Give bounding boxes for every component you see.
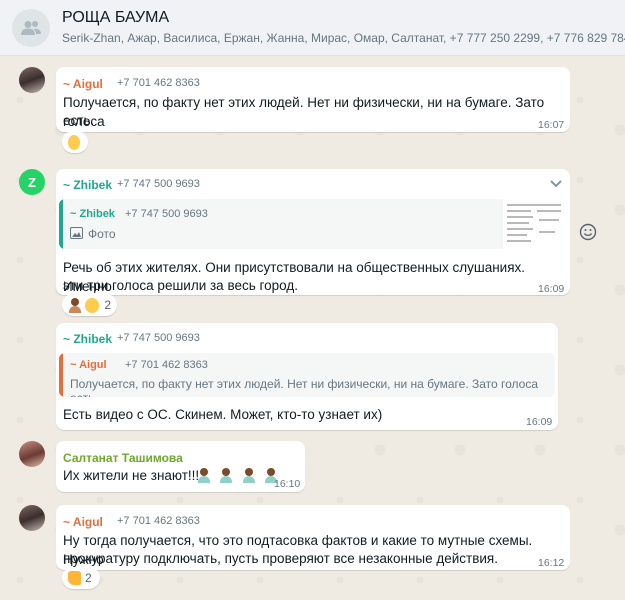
photo-thumbnail[interactable] (503, 199, 567, 249)
quote-sender: ~ Zhibek (70, 208, 115, 220)
message-bubble[interactable]: ~ Zhibek +7 747 500 9693 ~ Zhibek +7 747… (56, 169, 570, 295)
chevron-down-icon[interactable] (549, 179, 563, 189)
emoji-react-icon[interactable] (579, 223, 597, 241)
quote-media-label: Фото (88, 227, 116, 241)
sender-phone: +7 747 500 9693 (117, 178, 200, 190)
sender-phone: +7 701 462 8363 (117, 77, 200, 89)
sender-phone: +7 747 500 9693 (117, 332, 200, 344)
sender-name[interactable]: Салтанат Ташимова (63, 451, 183, 465)
smirk-emoji-icon (68, 134, 80, 150)
message-text-line2: эти три голоса решили за весь город. (63, 278, 298, 293)
quote-text: Получается, по факту нет этих людей. Нет… (70, 377, 539, 397)
sender-name[interactable]: ~ Zhibek (63, 178, 112, 192)
reaction-pill[interactable]: 2 (62, 294, 117, 316)
avatar-aigul[interactable] (19, 67, 45, 93)
message-text-line1: Их жители не знают!!! (63, 468, 200, 483)
people-emoji-group (197, 468, 282, 488)
quote-bar (59, 199, 63, 249)
sender-phone: +7 701 462 8363 (117, 515, 200, 527)
message-text-line1: Есть видео с ОС. Скинем. Может, кто-то у… (63, 407, 383, 422)
quote-phone: +7 747 500 9693 (125, 208, 208, 220)
avatar-aigul[interactable] (19, 505, 45, 531)
reaction-count: 2 (85, 571, 92, 585)
message-text-line1: Получается, по факту нет этих людей. Нет… (63, 95, 545, 129)
reaction-count: 2 (104, 298, 111, 312)
quote-bar (59, 353, 63, 397)
sender-name[interactable]: ~ Aigul (63, 77, 103, 91)
group-title[interactable]: РОЩА БАУМА (62, 9, 169, 27)
group-members[interactable]: Serik-Zhan, Ажар, Василиса, Ержан, Жанна… (62, 31, 625, 45)
reaction-pill[interactable] (62, 131, 88, 153)
message-time: 16:10 (274, 478, 301, 490)
quoted-message[interactable]: ~ Aigul +7 701 462 8363 Получается, по ф… (59, 353, 555, 397)
message-bubble[interactable]: Салтанат Ташимова Их жители не знают!!! … (56, 441, 305, 492)
thumbs-up-emoji-icon (68, 571, 81, 585)
message-bubble[interactable]: ~ Zhibek +7 747 500 9693 ~ Aigul +7 701 … (56, 323, 558, 430)
group-icon (21, 21, 41, 35)
person-emoji-icon (219, 468, 233, 483)
message-text-line2: есть. (63, 113, 95, 128)
person-emoji-icon (197, 468, 211, 483)
person-emoji-icon (242, 468, 256, 483)
message-time: 16:07 (538, 119, 565, 131)
sender-name[interactable]: ~ Aigul (63, 515, 103, 529)
quote-phone: +7 701 462 8363 (125, 359, 208, 371)
message-time: 16:09 (526, 416, 553, 428)
message-bubble[interactable]: ~ Aigul +7 701 462 8363 Получается, по ф… (56, 67, 570, 132)
avatar-saltanat[interactable] (19, 441, 45, 467)
avatar-letter: Z (28, 174, 36, 190)
message-bubble[interactable]: ~ Aigul +7 701 462 8363 Ну тогда получае… (56, 505, 570, 570)
laughing-emoji-icon (85, 297, 100, 313)
message-time: 16:12 (538, 557, 565, 569)
quote-sender: ~ Aigul (70, 359, 107, 371)
person-emoji-icon (68, 297, 81, 313)
message-text-line2: прокуратуру подключать, пусть проверяют … (63, 551, 498, 566)
photo-icon (70, 227, 83, 239)
chat-header[interactable]: РОЩА БАУМА Serik-Zhan, Ажар, Василиса, Е… (0, 0, 625, 56)
reaction-pill[interactable]: 2 (62, 567, 100, 589)
group-avatar[interactable] (12, 9, 50, 47)
message-time: 16:09 (538, 283, 565, 295)
quoted-message[interactable]: ~ Zhibek +7 747 500 9693 Фото (59, 199, 567, 249)
sender-name[interactable]: ~ Zhibek (63, 332, 112, 346)
avatar-zhibek[interactable]: Z (19, 169, 45, 195)
